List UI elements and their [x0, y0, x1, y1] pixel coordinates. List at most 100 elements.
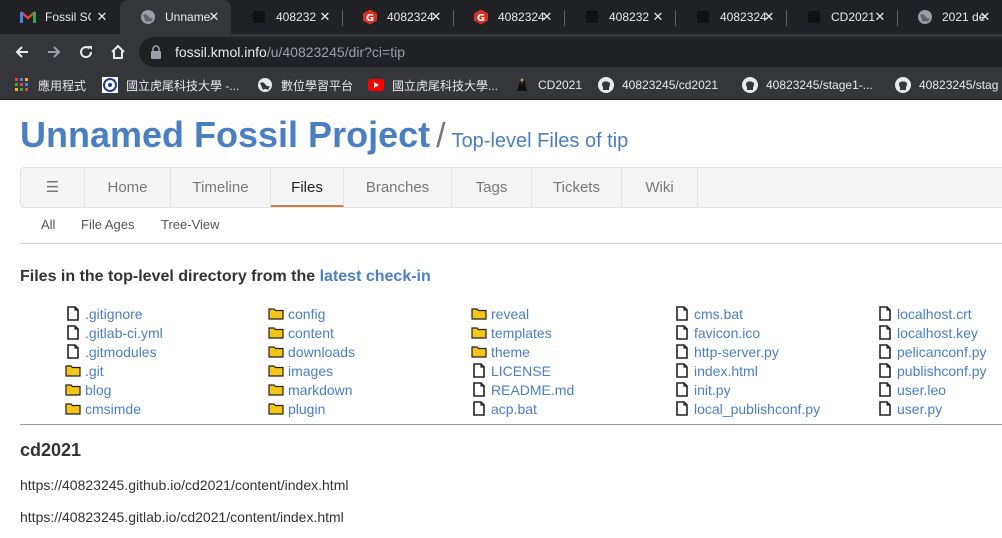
browser-tab[interactable]: G 4082324 ✕: [342, 0, 453, 34]
bookmark-item[interactable]: 數位學習平台: [257, 76, 353, 94]
file-item[interactable]: user.leo: [877, 380, 987, 399]
menu-item-wiki[interactable]: Wiki: [622, 168, 698, 207]
arrow-left-icon: [15, 46, 28, 58]
browser-tab[interactable]: Fossil SC ✕: [0, 0, 119, 34]
github-icon: [598, 77, 614, 93]
file-item[interactable]: http-server.py: [674, 342, 820, 361]
folder-item[interactable]: markdown: [268, 380, 355, 399]
close-icon[interactable]: ✕: [977, 9, 993, 25]
forward-button[interactable]: [41, 39, 67, 65]
file-item[interactable]: index.html: [674, 361, 820, 380]
home-icon: [111, 44, 125, 59]
bookmark-item[interactable]: CD2021: [514, 76, 582, 94]
browser-tab[interactable]: 408232 ✕: [231, 0, 342, 34]
latest-check-in-link[interactable]: latest check-in: [320, 268, 431, 285]
globe-icon: [140, 9, 156, 25]
close-icon[interactable]: ✕: [650, 9, 666, 25]
folder-item[interactable]: images: [268, 361, 355, 380]
submenu-item-file-ages[interactable]: File Ages: [81, 217, 134, 232]
hamburger-menu-button[interactable]: ☰: [21, 168, 85, 207]
file-icon: [877, 325, 893, 341]
menu-item-tags[interactable]: Tags: [452, 168, 532, 207]
bookmark-apps[interactable]: 應用程式: [14, 76, 86, 94]
bookmark-item[interactable]: 40823245/stage1-...: [742, 76, 873, 94]
folder-item[interactable]: blog: [65, 380, 163, 399]
menu-item-home[interactable]: Home: [85, 168, 171, 207]
menu-item-tickets[interactable]: Tickets: [532, 168, 622, 207]
file-name: plugin: [288, 400, 326, 417]
file-item[interactable]: .gitlab-ci.yml: [65, 323, 163, 342]
file-item[interactable]: user.py: [877, 399, 987, 418]
file-item[interactable]: acp.bat: [471, 399, 574, 418]
reload-icon: [80, 46, 93, 59]
dark-logo-icon: [514, 77, 530, 93]
file-name: local_publishconf.py: [694, 400, 821, 417]
folder-item[interactable]: theme: [471, 342, 574, 361]
back-button[interactable]: [9, 39, 35, 65]
home-button[interactable]: [105, 39, 131, 65]
address-bar[interactable]: fossil.kmol.info/u/40823245/dir?ci=tip: [139, 37, 1002, 67]
file-item[interactable]: localhost.crt: [877, 304, 987, 323]
folder-item[interactable]: cmsimde: [65, 399, 163, 418]
file-item[interactable]: .gitmodules: [65, 342, 163, 361]
file-icon: [65, 325, 81, 341]
browser-tab[interactable]: 2021 de ✕: [897, 0, 1002, 34]
close-icon[interactable]: ✕: [317, 9, 333, 25]
close-icon[interactable]: ✕: [428, 9, 444, 25]
close-icon[interactable]: ✕: [539, 9, 555, 25]
file-item[interactable]: pelicanconf.py: [877, 342, 987, 361]
browser-tab-active[interactable]: Unname ✕: [120, 0, 231, 34]
file-item[interactable]: favicon.ico: [674, 323, 820, 342]
bookmark-item[interactable]: 40823245/cd2021: [598, 76, 718, 94]
file-item[interactable]: .gitignore: [65, 304, 163, 323]
file-name: LICENSE: [491, 362, 551, 379]
browser-tab[interactable]: 408232 ✕: [564, 0, 675, 34]
file-item[interactable]: publishconf.py: [877, 361, 987, 380]
menu-item-timeline[interactable]: Timeline: [171, 168, 271, 207]
folder-item[interactable]: reveal: [471, 304, 574, 323]
bookmark-item[interactable]: 40823245/stag: [895, 76, 998, 94]
folder-item[interactable]: plugin: [268, 399, 355, 418]
close-icon[interactable]: ✕: [761, 9, 777, 25]
file-item[interactable]: LICENSE: [471, 361, 574, 380]
bookmark-label: 數位學習平台: [281, 78, 354, 93]
bookmark-label: 40823245/stage1-...: [766, 78, 873, 92]
file-icon: [471, 363, 487, 379]
file-item[interactable]: local_publishconf.py: [674, 399, 820, 418]
browser-tab[interactable]: CD2021 ✕: [786, 0, 897, 34]
submenu-item-all[interactable]: All: [41, 217, 55, 232]
file-item[interactable]: cms.bat: [674, 304, 820, 323]
folder-item[interactable]: config: [268, 304, 355, 323]
bookmark-item[interactable]: 國立虎尾科技大學...: [368, 76, 498, 94]
file-item[interactable]: init.py: [674, 380, 820, 399]
school-logo-icon: [102, 77, 118, 93]
browser-tab[interactable]: 4082324 ✕: [675, 0, 786, 34]
folder-item[interactable]: content: [268, 323, 355, 342]
folder-item[interactable]: .git: [65, 361, 163, 380]
page-subtitle[interactable]: Top-level Files of tip: [452, 130, 629, 152]
close-icon[interactable]: ✕: [206, 9, 222, 25]
file-item[interactable]: localhost.key: [877, 323, 987, 342]
reload-button[interactable]: [73, 39, 99, 65]
bookmark-item[interactable]: 國立虎尾科技大學 -...: [102, 76, 239, 94]
close-icon[interactable]: ✕: [872, 9, 888, 25]
globe-icon: [257, 77, 273, 93]
menu-item-files[interactable]: Files: [271, 168, 344, 207]
sub-menu: All File Ages Tree-View: [20, 208, 1002, 244]
menu-item-branches[interactable]: Branches: [344, 168, 452, 207]
folder-icon: [471, 306, 487, 322]
file-item[interactable]: README.md: [471, 380, 574, 399]
folder-icon: [471, 325, 487, 341]
folder-item[interactable]: templates: [471, 323, 574, 342]
close-icon[interactable]: ✕: [94, 9, 110, 25]
tab-title: 408232: [609, 10, 650, 24]
folder-item[interactable]: downloads: [268, 342, 355, 361]
file-name: cms.bat: [694, 305, 744, 322]
project-title[interactable]: Unnamed Fossil Project: [20, 114, 430, 155]
url-host: fossil.kmol.info: [175, 44, 267, 60]
submenu-item-tree-view[interactable]: Tree-View: [161, 217, 220, 232]
browser-tab[interactable]: G 4082324 ✕: [453, 0, 564, 34]
file-icon: [674, 401, 690, 417]
file-name: blog: [85, 381, 112, 398]
file-name: README.md: [491, 381, 575, 398]
